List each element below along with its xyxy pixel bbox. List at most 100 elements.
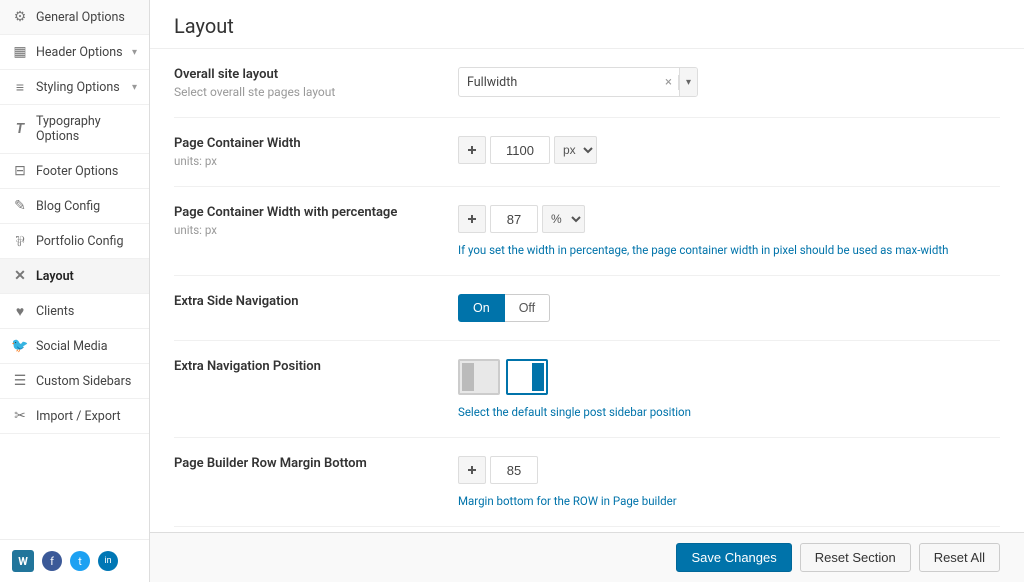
- setting-control-page-container-width: 1100 px %: [458, 136, 1000, 164]
- sidebar-item-label: Import / Export: [36, 409, 137, 424]
- main-header: Layout: [150, 0, 1024, 49]
- page-container-width-input[interactable]: 1100: [490, 136, 550, 164]
- overall-layout-dropdown[interactable]: Fullwidth × ▾: [458, 67, 698, 97]
- sidebar-item-portfolio-config[interactable]: ⅌ Portfolio Config: [0, 224, 149, 259]
- toggle-on-button[interactable]: On: [458, 294, 505, 322]
- setting-row-page-builder-row-margin: Page Builder Row Margin Bottom Margin bo…: [174, 438, 1000, 527]
- page-container-width-input-group: 1100 px %: [458, 136, 1000, 164]
- setting-title: Page Builder Row Margin Bottom: [174, 456, 434, 471]
- setting-title: Extra Navigation Position: [174, 359, 434, 374]
- dropdown-arrow-icon[interactable]: ▾: [679, 68, 697, 96]
- chevron-down-icon: ▾: [132, 82, 137, 93]
- dropdown-clear-icon[interactable]: ×: [659, 75, 679, 90]
- custom-sidebars-icon: ☰: [12, 373, 28, 389]
- sidebar-item-general-options[interactable]: ⚙ General Options: [0, 0, 149, 35]
- setting-title: Page Container Width: [174, 136, 434, 151]
- main-content: Layout Overall site layout Select overal…: [150, 0, 1024, 582]
- styling-options-icon: ≡: [12, 79, 28, 95]
- sidebar-item-label: Social Media: [36, 339, 137, 354]
- sidebar-item-social-media[interactable]: 🐦 Social Media: [0, 329, 149, 364]
- setting-control-extra-side-nav: On Off: [458, 294, 1000, 322]
- setting-control-overall-layout: Fullwidth × ▾: [458, 67, 1000, 97]
- setting-row-extra-side-nav: Extra Side Navigation On Off: [174, 276, 1000, 341]
- reset-section-button[interactable]: Reset Section: [800, 543, 911, 572]
- sidebar-item-label: Blog Config: [36, 199, 137, 214]
- page-title: Layout: [174, 14, 1000, 38]
- setting-control-extra-nav-position: Select the default single post sidebar p…: [458, 359, 1000, 419]
- clients-icon: ♥: [12, 303, 28, 319]
- sidebar-item-custom-sidebars[interactable]: ☰ Custom Sidebars: [0, 364, 149, 399]
- setting-subtitle: Select overall ste pages layout: [174, 85, 434, 99]
- position-left-button[interactable]: [458, 359, 500, 395]
- sidebar-item-typography-options[interactable]: T Typography Options: [0, 105, 149, 154]
- blog-config-icon: ✎: [12, 198, 28, 214]
- sidebar-item-label: Layout: [36, 269, 137, 284]
- settings-body: Overall site layout Select overall ste p…: [150, 49, 1024, 532]
- wordpress-social-icon[interactable]: W: [12, 550, 34, 572]
- sidebar-item-label: Header Options: [36, 45, 124, 60]
- sidebar-item-layout[interactable]: ✕ Layout: [0, 259, 149, 294]
- toggle-off-button[interactable]: Off: [505, 294, 550, 322]
- sidebar-item-header-options[interactable]: ▦ Header Options ▾: [0, 35, 149, 70]
- sidebar-item-label: Custom Sidebars: [36, 374, 137, 389]
- social-media-icon: 🐦: [12, 338, 28, 354]
- decrement-button[interactable]: [458, 456, 486, 484]
- setting-title: Extra Side Navigation: [174, 294, 434, 309]
- sidebar-item-import-export[interactable]: ✂ Import / Export: [0, 399, 149, 434]
- chevron-down-icon: ▾: [132, 47, 137, 58]
- facebook-social-icon[interactable]: f: [42, 551, 62, 571]
- page-builder-margin-input-group: [458, 456, 1000, 484]
- sidebar-item-label: Footer Options: [36, 164, 137, 179]
- sidebar-bottom-social: W f t in: [0, 539, 149, 582]
- setting-control-page-builder-row-margin: Margin bottom for the ROW in Page builde…: [458, 456, 1000, 508]
- sidebar-item-label: General Options: [36, 10, 137, 25]
- sidebar-item-label: Styling Options: [36, 80, 124, 95]
- page-container-width-percent-unit-select[interactable]: % px: [542, 205, 585, 233]
- decrement-button[interactable]: [458, 136, 486, 164]
- setting-label-extra-nav-position: Extra Navigation Position: [174, 359, 434, 377]
- sidebar-item-blog-config[interactable]: ✎ Blog Config: [0, 189, 149, 224]
- main-footer: Save Changes Reset Section Reset All: [150, 532, 1024, 582]
- dropdown-value: Fullwidth: [459, 75, 659, 90]
- sidebar-item-styling-options[interactable]: ≡ Styling Options ▾: [0, 70, 149, 105]
- linkedin-social-icon[interactable]: in: [98, 551, 118, 571]
- setting-label-page-container-width: Page Container Width units: px: [174, 136, 434, 168]
- sidebar-item-label: Clients: [36, 304, 137, 319]
- page-container-width-unit-select[interactable]: px %: [554, 136, 597, 164]
- general-options-icon: ⚙: [12, 9, 28, 25]
- sidebar-item-label: Portfolio Config: [36, 234, 137, 249]
- sidebar-item-label: Typography Options: [36, 114, 137, 144]
- page-container-width-percent-input-group: % px: [458, 205, 1000, 233]
- extra-nav-position-note: Select the default single post sidebar p…: [458, 405, 1000, 419]
- setting-row-page-container-width: Page Container Width units: px 1100 px %: [174, 118, 1000, 187]
- setting-label-overall-layout: Overall site layout Select overall ste p…: [174, 67, 434, 99]
- save-changes-button[interactable]: Save Changes: [676, 543, 791, 572]
- page-builder-margin-input[interactable]: [490, 456, 538, 484]
- decrement-button[interactable]: [458, 205, 486, 233]
- position-indicator: [462, 363, 474, 391]
- footer-options-icon: ⊟: [12, 163, 28, 179]
- position-indicator: [532, 363, 544, 391]
- setting-label-extra-side-nav: Extra Side Navigation: [174, 294, 434, 312]
- setting-row-extra-nav-position: Extra Navigation Position Select the def…: [174, 341, 1000, 438]
- page-container-width-percent-input[interactable]: [490, 205, 538, 233]
- setting-title: Overall site layout: [174, 67, 434, 82]
- setting-label-page-builder-row-margin: Page Builder Row Margin Bottom: [174, 456, 434, 474]
- typography-options-icon: T: [12, 121, 28, 137]
- units-label: units: px: [174, 223, 434, 237]
- setting-label-page-container-width-percent: Page Container Width with percentage uni…: [174, 205, 434, 237]
- page-builder-margin-note: Margin bottom for the ROW in Page builde…: [458, 494, 1000, 508]
- sidebar: ⚙ General Options ▦ Header Options ▾ ≡ S…: [0, 0, 150, 582]
- position-right-button[interactable]: [506, 359, 548, 395]
- reset-all-button[interactable]: Reset All: [919, 543, 1000, 572]
- portfolio-config-icon: ⅌: [12, 233, 28, 249]
- sidebar-item-footer-options[interactable]: ⊟ Footer Options: [0, 154, 149, 189]
- setting-row-page-container-width-percent: Page Container Width with percentage uni…: [174, 187, 1000, 276]
- sidebar-item-clients[interactable]: ♥ Clients: [0, 294, 149, 329]
- twitter-social-icon[interactable]: t: [70, 551, 90, 571]
- page-container-width-note: If you set the width in percentage, the …: [458, 243, 1000, 257]
- position-selector: [458, 359, 1000, 395]
- setting-control-page-container-width-percent: % px If you set the width in percentage,…: [458, 205, 1000, 257]
- import-export-icon: ✂: [12, 408, 28, 424]
- setting-row-overall-layout: Overall site layout Select overall ste p…: [174, 49, 1000, 118]
